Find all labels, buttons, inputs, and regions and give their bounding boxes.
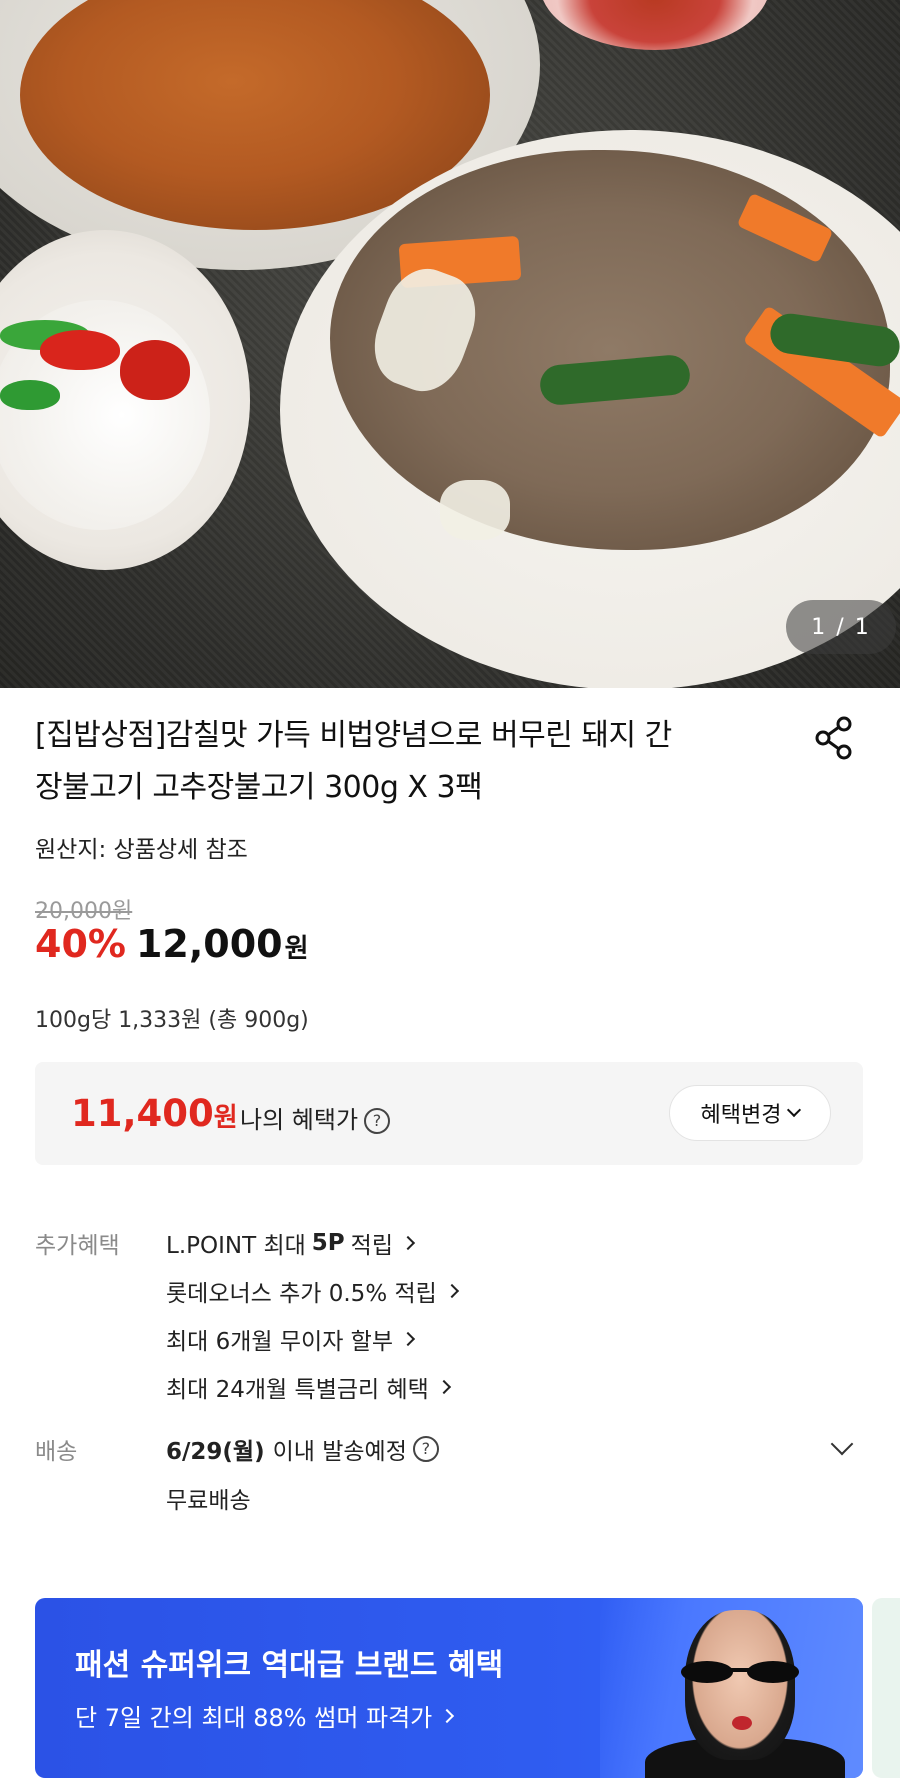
product-title: [집밥상점]감칠맛 가득 비법양념으로 버무린 돼지 간 장불고기 고추장불고기… [35,710,775,814]
sale-price-row: 40% 12,000 원 [35,922,309,966]
benefit-item-text: 롯데오너스 추가 0.5% 적립 [166,1281,437,1307]
benefit-item-installment[interactable]: 최대 6개월 무이자 할부 [166,1322,416,1356]
change-benefit-label: 혜택변경 [700,1103,782,1128]
benefit-item-lotte-owners[interactable]: 롯데오너스 추가 0.5% 적립 [166,1274,459,1308]
change-benefit-button[interactable]: 혜택변경 [669,1085,831,1141]
product-title-line1: [집밥상점]감칠맛 가득 비법양념으로 버무린 돼지 간 [35,718,672,753]
original-price: 20,000원 [35,899,133,924]
chevron-right-icon [400,1235,416,1251]
unit-price: 100g당 1,333원 (총 900g) [35,1008,309,1033]
origin-info: 원산지: 상품상세 참조 [35,837,248,863]
image-pager: 1 / 1 [786,600,896,654]
sale-price-unit: 원 [284,934,309,964]
banner-model-photo [685,1610,795,1760]
share-icon[interactable] [810,714,858,762]
shipping-fee: 무료배송 [166,1488,251,1514]
chevron-right-icon [444,1283,459,1299]
product-title-line2: 장불고기 고추장불고기 300g X 3팩 [35,770,483,805]
help-icon[interactable]: ? [364,1108,391,1134]
chevron-right-icon [400,1331,416,1347]
shipping-date-suffix: 이내 발송예정 [272,1439,407,1465]
sauce-bowl [540,0,770,50]
shipping-date: 6/29(월) 이내 발송예정 ? [166,1432,439,1466]
chevron-right-icon [436,1379,451,1395]
next-banner-peek[interactable] [872,1598,900,1778]
benefit-label: 나의 혜택가? [240,1100,391,1135]
banner-model-photo [732,1716,752,1730]
benefit-label-text: 나의 혜택가 [240,1106,359,1134]
benefit-price: 11,400원 [71,1092,238,1135]
benefit-item-text: L.POINT 최대 [166,1233,306,1259]
chevron-right-icon [440,1708,455,1723]
sale-price: 12,000 [135,922,283,966]
benefit-item-text: 적립 [350,1233,393,1259]
promo-banner[interactable]: 패션 슈퍼위크 역대급 브랜드 혜택 단 7일 간의 최대 88% 썸머 파격가 [35,1598,863,1778]
shipping-date-value: 6/29(월) [166,1439,265,1465]
benefit-item-special-rate[interactable]: 최대 24개월 특별금리 혜택 [166,1370,451,1404]
extra-benefits-label: 추가혜택 [35,1233,120,1259]
green-pepper [0,380,60,410]
benefit-item-text: 최대 24개월 특별금리 혜택 [166,1377,429,1403]
banner-subtitle: 단 7일 간의 최대 88% 썸머 파격가 [75,1698,455,1733]
red-pepper [120,340,190,400]
chevron-down-icon [787,1102,802,1118]
my-benefit-price-box: 11,400원 나의 혜택가? 혜택변경 [35,1062,863,1165]
benefit-price-unit: 원 [213,1103,238,1133]
benefit-item-text: 최대 6개월 무이자 할부 [166,1329,394,1355]
chevron-down-icon[interactable] [830,1432,854,1456]
benefit-price-value: 11,400 [71,1092,214,1135]
banner-model-photo [681,1661,799,1683]
benefit-item-lpoint[interactable]: L.POINT 최대 5P 적립 [166,1226,416,1260]
shipping-label: 배송 [35,1439,78,1465]
discount-rate: 40% [35,922,126,966]
onion-slice [440,480,510,540]
product-image[interactable]: 1 / 1 [0,0,900,688]
benefit-item-bold: 5P [311,1230,345,1256]
help-icon[interactable]: ? [412,1436,439,1462]
banner-title: 패션 슈퍼위크 역대급 브랜드 혜택 [75,1648,504,1683]
red-pepper [40,330,120,370]
banner-subtitle-text: 단 7일 간의 최대 88% 썸머 파격가 [75,1704,433,1732]
